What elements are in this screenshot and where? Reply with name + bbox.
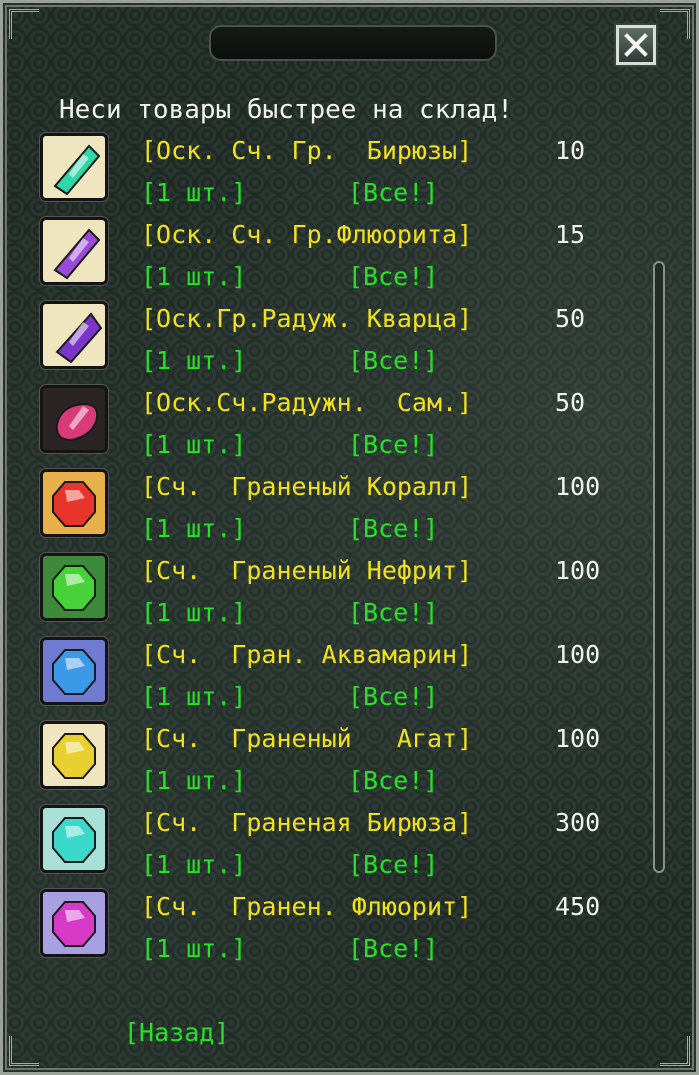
buy-one-button[interactable]: [1 шт.] bbox=[141, 261, 246, 293]
shard-turquoise-icon[interactable] bbox=[40, 133, 108, 201]
corner-ornament bbox=[9, 1036, 39, 1066]
buy-one-button[interactable]: [1 шт.] bbox=[141, 345, 246, 377]
buy-all-button[interactable]: [Все!] bbox=[348, 849, 438, 881]
item-price: 300 bbox=[555, 808, 601, 837]
item-price: 100 bbox=[555, 724, 601, 753]
shop-window: Неси товары быстрее на склад! [Оск. Сч. … bbox=[0, 0, 699, 1075]
item-name-link[interactable]: [Сч. Гранен. Флюорит] bbox=[141, 891, 472, 923]
gem-coral-icon[interactable] bbox=[40, 469, 108, 537]
corner-ornament bbox=[9, 9, 39, 39]
corner-ornament bbox=[660, 9, 690, 39]
close-icon bbox=[624, 33, 648, 57]
buy-one-button[interactable]: [1 шт.] bbox=[141, 681, 246, 713]
buy-one-button[interactable]: [1 шт.] bbox=[141, 765, 246, 797]
list-item: [Оск. Сч. Гр.Флюорита] 15 [1 шт.] [Все!] bbox=[40, 215, 640, 299]
buy-all-button[interactable]: [Все!] bbox=[348, 765, 438, 797]
buy-one-button[interactable]: [1 шт.] bbox=[141, 429, 246, 461]
item-name-link[interactable]: [Оск. Сч. Гр.Флюорита] bbox=[141, 219, 472, 251]
item-name-link[interactable]: [Оск. Сч. Гр. Бирюзы] bbox=[141, 135, 472, 167]
title-bar bbox=[209, 25, 497, 61]
item-name-link[interactable]: [Оск.Сч.Радужн. Сам.] bbox=[141, 387, 472, 419]
buy-all-button[interactable]: [Все!] bbox=[348, 345, 438, 377]
header-message: Неси товары быстрее на склад! bbox=[59, 95, 513, 125]
item-name-link[interactable]: [Сч. Граненая Бирюза] bbox=[141, 807, 472, 839]
item-price: 50 bbox=[555, 304, 586, 333]
gem-turquoise-icon[interactable] bbox=[40, 805, 108, 873]
item-name-link[interactable]: [Сч. Граненый Коралл] bbox=[141, 471, 472, 503]
corner-ornament bbox=[660, 1036, 690, 1066]
gem-fluorite-icon[interactable] bbox=[40, 889, 108, 957]
buy-one-button[interactable]: [1 шт.] bbox=[141, 513, 246, 545]
shard-fluorite-icon[interactable] bbox=[40, 217, 108, 285]
gem-agate-icon[interactable] bbox=[40, 721, 108, 789]
item-price: 50 bbox=[555, 388, 586, 417]
list-item: [Сч. Граненый Нефрит] 100 [1 шт.] [Все!] bbox=[40, 551, 640, 635]
item-name-link[interactable]: [Сч. Граненый Нефрит] bbox=[141, 555, 472, 587]
gem-aquamarine-icon[interactable] bbox=[40, 637, 108, 705]
shard-sapphire-icon[interactable] bbox=[40, 385, 108, 453]
buy-all-button[interactable]: [Все!] bbox=[348, 933, 438, 965]
item-name-link[interactable]: [Сч. Граненый Агат] bbox=[141, 723, 472, 755]
buy-all-button[interactable]: [Все!] bbox=[348, 261, 438, 293]
item-price: 100 bbox=[555, 640, 601, 669]
back-button[interactable]: [Назад] bbox=[124, 1017, 229, 1049]
item-price: 15 bbox=[555, 220, 586, 249]
shard-quartz-icon[interactable] bbox=[40, 301, 108, 369]
list-item: [Оск.Сч.Радужн. Сам.] 50 [1 шт.] [Все!] bbox=[40, 383, 640, 467]
item-list: [Оск. Сч. Гр. Бирюзы] 10 [1 шт.] [Все!] [Оск… bbox=[40, 131, 640, 971]
buy-all-button[interactable]: [Все!] bbox=[348, 681, 438, 713]
list-item: [Сч. Граненый Коралл] 100 [1 шт.] [Все!] bbox=[40, 467, 640, 551]
buy-all-button[interactable]: [Все!] bbox=[348, 177, 438, 209]
scrollbar[interactable] bbox=[653, 261, 665, 873]
list-item: [Сч. Гран. Аквамарин] 100 [1 шт.] [Все!] bbox=[40, 635, 640, 719]
list-item: [Сч. Гранен. Флюорит] 450 [1 шт.] [Все!] bbox=[40, 887, 640, 971]
buy-one-button[interactable]: [1 шт.] bbox=[141, 933, 246, 965]
close-button[interactable] bbox=[616, 25, 656, 65]
item-price: 100 bbox=[555, 556, 601, 585]
buy-one-button[interactable]: [1 шт.] bbox=[141, 849, 246, 881]
gem-jade-icon[interactable] bbox=[40, 553, 108, 621]
item-price: 100 bbox=[555, 472, 601, 501]
item-name-link[interactable]: [Оск.Гр.Радуж. Кварца] bbox=[141, 303, 472, 335]
buy-one-button[interactable]: [1 шт.] bbox=[141, 177, 246, 209]
buy-all-button[interactable]: [Все!] bbox=[348, 429, 438, 461]
item-price: 450 bbox=[555, 892, 601, 921]
list-item: [Оск.Гр.Радуж. Кварца] 50 [1 шт.] [Все!] bbox=[40, 299, 640, 383]
item-price: 10 bbox=[555, 136, 586, 165]
list-item: [Сч. Граненый Агат] 100 [1 шт.] [Все!] bbox=[40, 719, 640, 803]
list-item: [Оск. Сч. Гр. Бирюзы] 10 [1 шт.] [Все!] bbox=[40, 131, 640, 215]
buy-all-button[interactable]: [Все!] bbox=[348, 513, 438, 545]
buy-one-button[interactable]: [1 шт.] bbox=[141, 597, 246, 629]
item-name-link[interactable]: [Сч. Гран. Аквамарин] bbox=[141, 639, 472, 671]
buy-all-button[interactable]: [Все!] bbox=[348, 597, 438, 629]
list-item: [Сч. Граненая Бирюза] 300 [1 шт.] [Все!] bbox=[40, 803, 640, 887]
